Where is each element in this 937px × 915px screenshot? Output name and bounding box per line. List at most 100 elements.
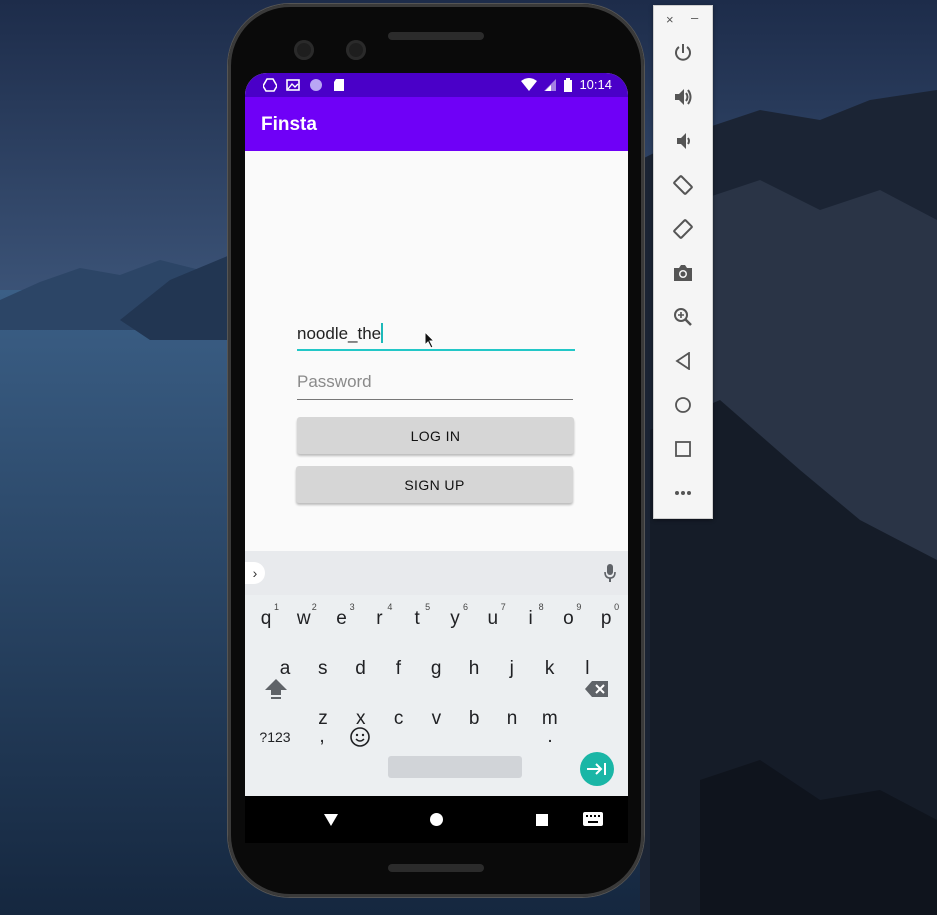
earpiece-speaker — [388, 32, 484, 40]
front-camera — [294, 40, 314, 60]
text-caret — [381, 323, 384, 343]
minimize-button[interactable]: – — [691, 10, 698, 25]
key-g[interactable]: g — [419, 649, 453, 689]
key-label: h — [468, 658, 480, 679]
back-triangle-icon[interactable] — [324, 814, 338, 826]
key-label: n — [506, 708, 518, 729]
shift-icon — [265, 679, 287, 699]
circle-notification-icon — [310, 79, 322, 91]
screenshot-button[interactable] — [672, 262, 694, 284]
bottom-speaker — [388, 864, 484, 872]
key-n[interactable]: n — [495, 699, 529, 739]
key-d[interactable]: d — [344, 649, 378, 689]
gallery-icon — [286, 79, 300, 91]
drive-icon — [263, 78, 277, 92]
keyboard-switch-icon[interactable] — [583, 812, 603, 826]
overview-icon — [675, 441, 691, 457]
back-button[interactable] — [672, 350, 694, 372]
key-label: e — [336, 608, 347, 629]
next-arrow-icon — [587, 763, 606, 775]
key-label: d — [355, 658, 366, 679]
key-u[interactable]: u7 — [476, 599, 510, 639]
emoji-key[interactable] — [343, 717, 377, 757]
key-q[interactable]: q1 — [249, 599, 283, 639]
sd-card-icon — [334, 79, 344, 91]
app-title: Finsta — [261, 114, 317, 135]
emoji-icon — [350, 727, 370, 747]
power-icon — [675, 44, 691, 61]
key-k[interactable]: k — [533, 649, 567, 689]
comma-key[interactable]: , — [305, 717, 339, 757]
username-input[interactable]: noodle_the — [297, 323, 575, 351]
key-label: v — [431, 708, 442, 729]
enter-key[interactable] — [580, 752, 614, 786]
soft-keyboard: › q1w2e3r4t5y6u7i8o9p0asdfghjklzxcvbnm ?… — [245, 551, 628, 796]
wifi-icon — [521, 77, 538, 91]
more-button[interactable] — [672, 482, 694, 504]
key-r[interactable]: r4 — [362, 599, 396, 639]
key-s[interactable]: s — [306, 649, 340, 689]
key-y[interactable]: y6 — [438, 599, 472, 639]
key-v[interactable]: v — [419, 699, 453, 739]
key-label: i — [528, 608, 533, 629]
backspace-key[interactable] — [580, 669, 614, 709]
key-b[interactable]: b — [457, 699, 491, 739]
key-e[interactable]: e3 — [325, 599, 359, 639]
login-button-label: LOG IN — [410, 427, 461, 444]
front-sensor — [346, 40, 366, 60]
key-hint: 2 — [311, 602, 317, 612]
close-button[interactable]: × — [666, 12, 674, 27]
key-label: p — [600, 608, 612, 629]
microphone-icon[interactable] — [604, 563, 616, 583]
key-hint: 5 — [425, 602, 431, 612]
navigation-bar — [245, 796, 628, 843]
home-button[interactable] — [672, 394, 694, 416]
key-i[interactable]: i8 — [514, 599, 548, 639]
key-w[interactable]: w2 — [287, 599, 321, 639]
key-o[interactable]: o9 — [551, 599, 585, 639]
expand-icon[interactable]: › — [245, 562, 265, 584]
cell-signal-icon — [544, 78, 557, 91]
password-placeholder: Password — [297, 372, 372, 391]
key-hint: 0 — [614, 602, 620, 612]
password-input[interactable]: Password — [297, 372, 573, 400]
key-label: j — [509, 658, 514, 679]
period-key[interactable]: . — [533, 717, 567, 757]
key-label: q — [260, 608, 272, 629]
login-button[interactable]: LOG IN — [297, 417, 574, 454]
home-circle-icon[interactable] — [430, 813, 443, 826]
rotate-right-button[interactable] — [672, 218, 694, 240]
recents-square-icon[interactable] — [536, 814, 548, 826]
symbols-key[interactable]: ?123 — [255, 717, 295, 757]
volume-up-icon — [675, 89, 692, 105]
key-hint: 9 — [576, 602, 582, 612]
key-hint: 8 — [538, 602, 544, 612]
rotate-right-icon — [673, 219, 693, 239]
camera-icon — [674, 265, 692, 281]
shift-key[interactable] — [259, 669, 293, 709]
key-p[interactable]: p0 — [589, 599, 623, 639]
zoom-button[interactable] — [672, 306, 694, 328]
power-button[interactable] — [672, 42, 694, 64]
key-label: c — [393, 708, 404, 729]
key-label: w — [296, 608, 311, 629]
signup-button[interactable]: SIGN UP — [296, 466, 573, 503]
key-label: b — [468, 708, 480, 729]
space-key[interactable] — [388, 756, 522, 778]
key-h[interactable]: h — [457, 649, 491, 689]
volume-down-button[interactable] — [672, 130, 694, 152]
overview-button[interactable] — [672, 438, 694, 460]
key-hint: 1 — [273, 602, 279, 612]
key-label: t — [414, 608, 420, 629]
battery-icon — [564, 77, 573, 92]
key-j[interactable]: j — [495, 649, 529, 689]
status-time: 10:14 — [579, 77, 612, 92]
key-t[interactable]: t5 — [400, 599, 434, 639]
keyboard-toolbar: › — [245, 551, 628, 595]
key-c[interactable]: c — [382, 699, 416, 739]
volume-up-button[interactable] — [672, 86, 694, 108]
rotate-left-button[interactable] — [672, 174, 694, 196]
key-label: u — [487, 608, 499, 629]
key-f[interactable]: f — [381, 649, 415, 689]
zoom-icon — [674, 308, 692, 326]
